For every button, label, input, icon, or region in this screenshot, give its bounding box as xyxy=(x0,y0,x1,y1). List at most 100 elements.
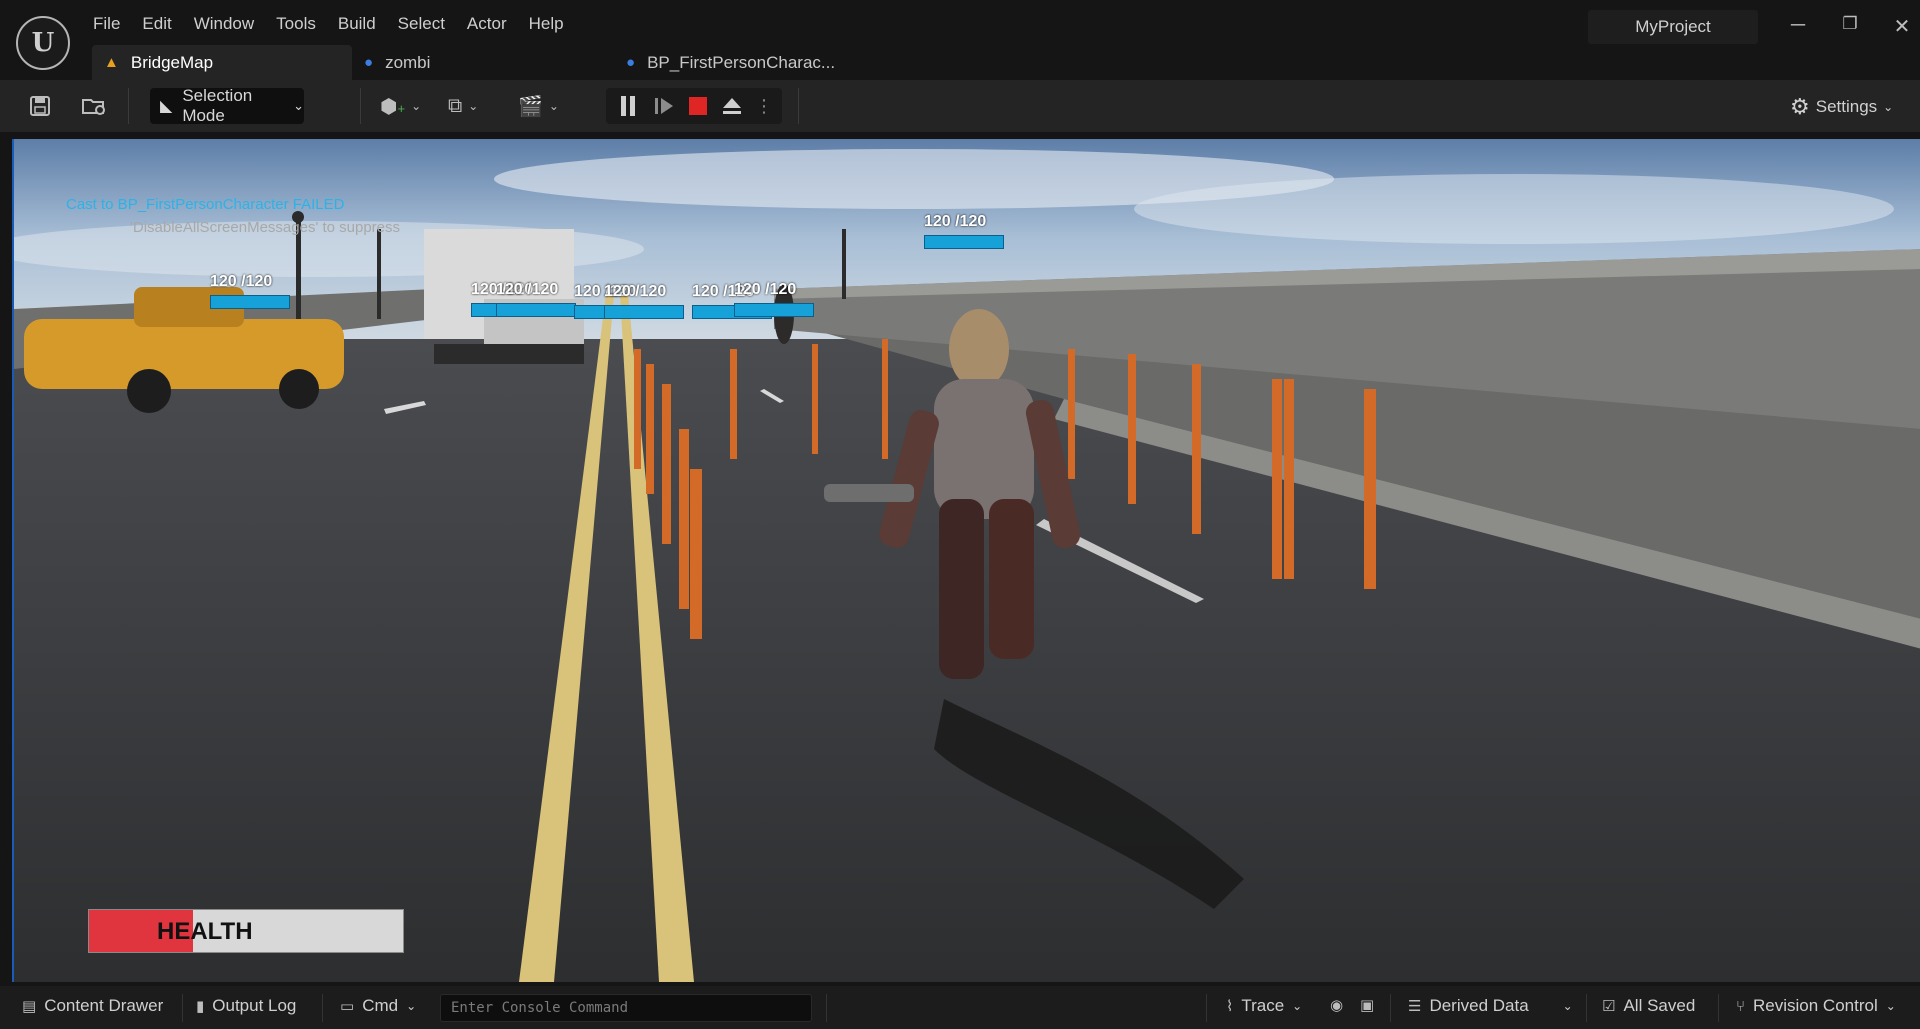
toolbar-divider xyxy=(128,88,129,124)
tab-bridgemap[interactable]: ▲ BridgeMap xyxy=(92,45,352,80)
enemy-health-text: 120 /120 xyxy=(604,283,667,300)
settings-dropdown[interactable]: ⚙ Settings ⌄ xyxy=(1790,94,1893,120)
enemy-health-text: 120 /120 xyxy=(210,273,273,290)
cmd-dropdown[interactable]: ▭ Cmd ⌄ xyxy=(340,996,416,1016)
menu-window[interactable]: Window xyxy=(183,12,265,36)
chevron-down-icon: ⌄ xyxy=(1885,999,1896,1013)
enemy-health-fill xyxy=(210,295,290,309)
statusbar-divider xyxy=(182,994,183,1022)
derived-data-label: Derived Data xyxy=(1429,996,1529,1015)
content-drawer-button[interactable]: ▤ Content Drawer xyxy=(22,996,163,1016)
console-command-input[interactable] xyxy=(440,994,812,1022)
tab-label: zombi xyxy=(385,52,431,72)
chevron-down-icon: ⌄ xyxy=(548,99,559,113)
enemy-health-fill xyxy=(604,305,684,319)
output-log-label: Output Log xyxy=(212,996,297,1015)
restore-icon[interactable]: ❐ xyxy=(1835,14,1865,34)
enemy-health-bar: 120 /120 xyxy=(210,273,290,309)
output-log-icon: ▮ xyxy=(196,998,205,1015)
clapperboard-icon: 🎬 xyxy=(518,95,543,118)
selection-mode-label: Selection Mode xyxy=(182,86,253,125)
cmd-label: Cmd xyxy=(362,996,399,1015)
enemy-health-bar: 120 /120 xyxy=(604,283,684,319)
all-saved-button[interactable]: ☑ All Saved xyxy=(1602,996,1695,1016)
tab-zombi[interactable]: ● zombi xyxy=(352,45,614,80)
menu-build[interactable]: Build xyxy=(327,12,387,36)
statusbar-divider xyxy=(826,994,827,1022)
more-options-icon[interactable]: ⋮ xyxy=(752,94,776,118)
blueprint-icon: ● xyxy=(626,54,636,71)
chevron-down-icon: ⌄ xyxy=(293,98,304,113)
tab-label: BridgeMap xyxy=(130,52,214,72)
project-name: MyProject xyxy=(1588,10,1758,44)
eject-button[interactable] xyxy=(720,94,744,118)
chevron-down-icon: ⌄ xyxy=(411,99,422,113)
statusbar-divider xyxy=(1206,994,1207,1022)
cursor-icon: ◣ xyxy=(160,98,173,115)
chevron-down-icon: ⌄ xyxy=(406,999,417,1013)
suppress-hint-message: 'DisableAllScreenMessages' to suppress xyxy=(130,219,401,236)
enemy-health-text: 120 /120 xyxy=(734,281,797,298)
blueprint-graph-icon: ⧉ xyxy=(448,94,463,117)
enemy-health-bar: 120 /120 xyxy=(496,281,576,317)
save-icon[interactable] xyxy=(26,92,54,120)
chevron-down-icon: ⌄ xyxy=(1292,999,1303,1013)
all-saved-label: All Saved xyxy=(1623,996,1696,1015)
close-icon[interactable]: ✕ xyxy=(1887,14,1917,39)
tab-label: BP_FirstPersonCharac... xyxy=(647,52,836,72)
saved-check-icon: ☑ xyxy=(1602,998,1616,1015)
chevron-down-icon: ⌄ xyxy=(468,99,479,113)
pause-button[interactable] xyxy=(616,94,640,118)
add-actor-icon: ⬢+ xyxy=(380,95,406,118)
cinematics-dropdown[interactable]: 🎬 ⌄ xyxy=(518,92,559,120)
statusbar-divider xyxy=(1586,994,1587,1022)
menu-help[interactable]: Help xyxy=(518,12,575,36)
level-icon: ▲ xyxy=(104,54,119,71)
record-glyph: ◉ xyxy=(1330,997,1344,1014)
chevron-down-icon: ⌄ xyxy=(1883,100,1894,114)
derived-data-dropdown[interactable]: ☰ Derived Data ⌄ xyxy=(1408,996,1573,1016)
screenshot-icon[interactable]: ▣ xyxy=(1360,996,1382,1014)
menu-edit[interactable]: Edit xyxy=(131,12,182,36)
record-icon[interactable]: ◉ xyxy=(1330,996,1351,1014)
blueprints-dropdown[interactable]: ⧉ ⌄ xyxy=(448,92,478,120)
menu-tools[interactable]: Tools xyxy=(265,12,327,36)
content-drawer-icon: ▤ xyxy=(22,998,37,1015)
menu-bar: File Edit Window Tools Build Select Acto… xyxy=(82,12,575,36)
revision-control-dropdown[interactable]: ⑂ Revision Control ⌄ xyxy=(1736,996,1896,1016)
pause-icon-bar xyxy=(630,96,635,116)
output-log-button[interactable]: ▮ Output Log xyxy=(196,996,296,1016)
document-tabs: ▲ BridgeMap ● zombi ● BP_FirstPersonChar… xyxy=(92,45,874,80)
unreal-logo-icon[interactable]: U xyxy=(16,16,70,70)
menu-actor[interactable]: Actor xyxy=(456,12,518,36)
play-controls: ⋮ xyxy=(606,88,782,124)
selection-mode-dropdown[interactable]: ◣ Selection Mode ⌄ xyxy=(150,86,304,125)
step-frame-button[interactable] xyxy=(652,94,676,118)
trace-label: Trace xyxy=(1241,996,1285,1015)
statusbar-divider xyxy=(1390,994,1391,1022)
stop-button[interactable] xyxy=(686,94,710,118)
trace-dropdown[interactable]: ⌇ Trace ⌄ xyxy=(1226,996,1302,1016)
enemy-health-text: 120 /120 xyxy=(496,281,559,298)
status-bar: ▤ Content Drawer ▮ Output Log ▭ Cmd ⌄ ⌇ … xyxy=(0,986,1920,1029)
settings-label: Settings xyxy=(1815,97,1878,116)
trace-icon: ⌇ xyxy=(1226,998,1234,1015)
minimize-icon[interactable]: ─ xyxy=(1783,14,1813,37)
enemy-health-bar: 120 /120 xyxy=(734,281,814,317)
toolbar-divider xyxy=(798,88,799,124)
level-viewport[interactable]: Cast to BP_FirstPersonCharacter FAILED '… xyxy=(12,139,1920,982)
statusbar-divider xyxy=(322,994,323,1022)
title-bar: U File Edit Window Tools Build Select Ac… xyxy=(0,0,1920,80)
add-actor-dropdown[interactable]: ⬢+ ⌄ xyxy=(380,92,421,120)
eject-icon xyxy=(723,98,741,114)
enemy-health-fill xyxy=(924,235,1004,249)
statusbar-divider xyxy=(1718,994,1719,1022)
menu-file[interactable]: File xyxy=(82,12,131,36)
menu-select[interactable]: Select xyxy=(387,12,456,36)
player-health-bar: HEALTH xyxy=(88,909,404,953)
browse-folder-icon[interactable] xyxy=(80,92,108,120)
gear-icon: ⚙ xyxy=(1790,94,1810,119)
enemy-health-fill xyxy=(734,303,814,317)
tab-bp-firstpersoncharacter[interactable]: ● BP_FirstPersonCharac... xyxy=(614,45,874,80)
chevron-down-icon: ⌄ xyxy=(1562,999,1573,1013)
